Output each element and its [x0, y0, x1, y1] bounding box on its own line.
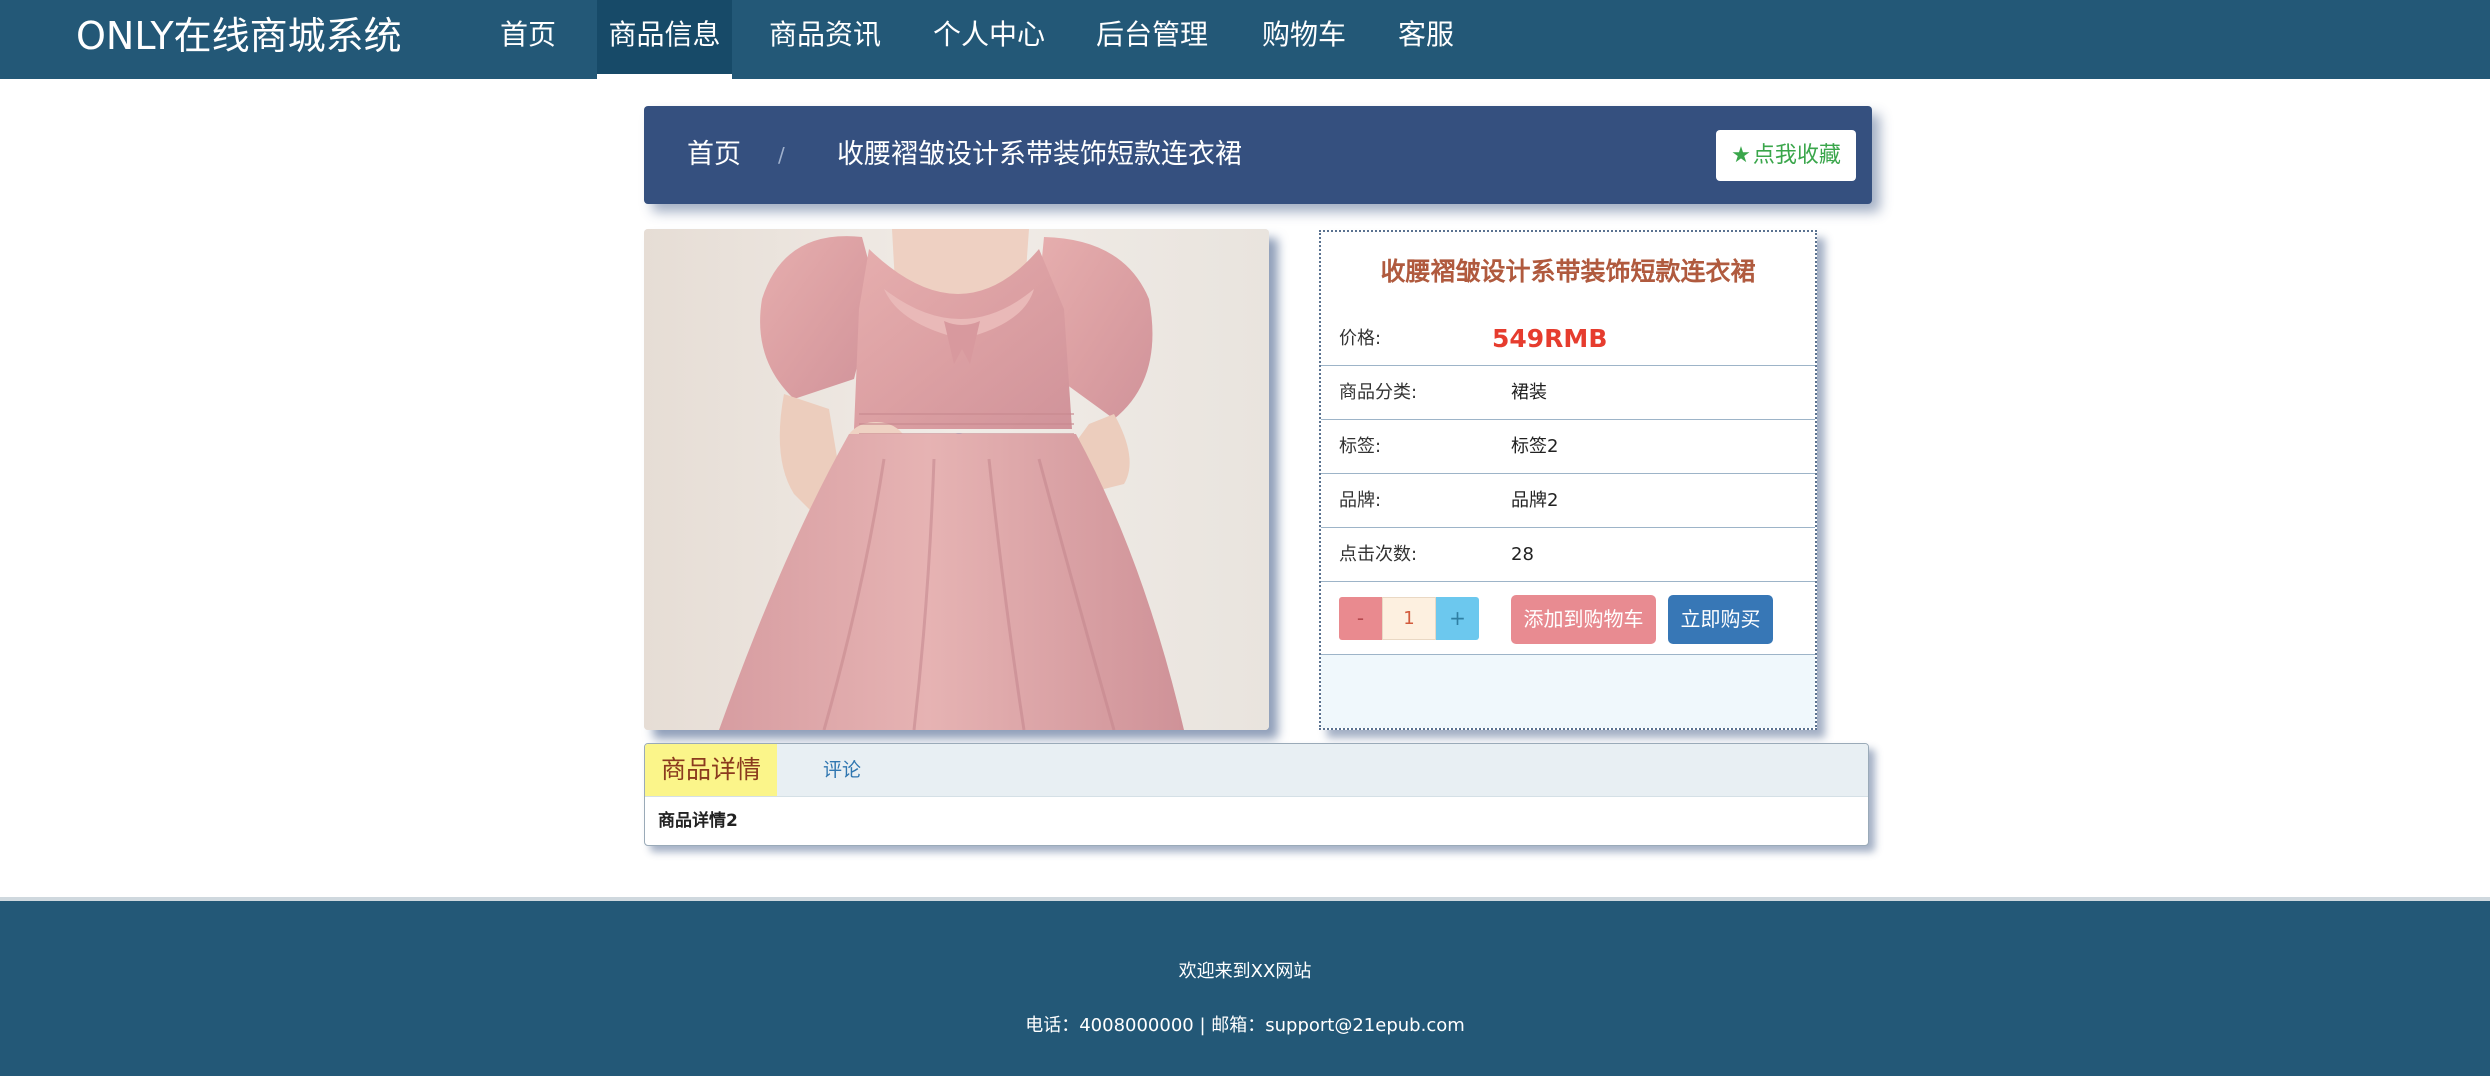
nav-item-cart[interactable]: 购物车	[1262, 0, 1346, 79]
tab-product-details[interactable]: 商品详情	[645, 744, 777, 796]
tab-strip: 商品详情 评论	[645, 744, 1868, 797]
category-row: 商品分类: 裙装	[1321, 366, 1815, 420]
nav-item-news[interactable]: 商品资讯	[769, 0, 881, 79]
nav-item-admin[interactable]: 后台管理	[1096, 0, 1208, 79]
quantity-increment-button[interactable]: +	[1436, 597, 1479, 640]
product-tabs: 商品详情 评论 商品详情2	[644, 743, 1869, 846]
breadcrumb-current: 收腰褶皱设计系带装饰短款连衣裙	[837, 139, 1242, 170]
footer-contact: 电话：4008000000 | 邮箱：support@21epub.com	[1025, 1015, 1465, 1036]
clicks-value: 28	[1511, 544, 1534, 565]
nav-item-products[interactable]: 商品信息	[597, 0, 732, 79]
price-value: 549RMB	[1492, 324, 1608, 353]
tab-comments[interactable]: 评论	[823, 744, 861, 796]
purchase-actions: - 1 + 添加到购物车 立即购买	[1321, 588, 1815, 655]
category-value: 裙装	[1511, 382, 1547, 403]
clicks-label: 点击次数:	[1339, 544, 1418, 565]
site-brand[interactable]: ONLY在线商城系统	[76, 10, 402, 62]
add-to-cart-button[interactable]: 添加到购物车	[1511, 595, 1656, 644]
tag-label: 标签:	[1339, 436, 1382, 457]
tab-content: 商品详情2	[658, 811, 738, 831]
tag-row: 标签: 标签2	[1321, 420, 1815, 474]
brand-label: 品牌:	[1339, 490, 1382, 511]
breadcrumb-separator: /	[778, 143, 785, 167]
nav-item-profile[interactable]: 个人中心	[933, 0, 1045, 79]
clicks-row: 点击次数: 28	[1321, 528, 1815, 582]
favorite-button-label: 点我收藏	[1752, 143, 1841, 168]
quantity-input[interactable]: 1	[1382, 597, 1436, 640]
price-label: 价格:	[1339, 328, 1382, 349]
category-label: 商品分类:	[1339, 382, 1418, 403]
product-info-panel: 收腰褶皱设计系带装饰短款连衣裙 价格: 549RMB 商品分类: 裙装 标签: …	[1319, 230, 1817, 730]
nav-item-service[interactable]: 客服	[1398, 0, 1454, 79]
brand-row: 品牌: 品牌2	[1321, 474, 1815, 528]
breadcrumb-home-link[interactable]: 首页	[687, 106, 741, 204]
brand-value: 品牌2	[1511, 490, 1559, 511]
star-icon: ★	[1731, 143, 1751, 168]
price-row: 价格: 549RMB	[1321, 312, 1815, 366]
tag-value: 标签2	[1511, 436, 1559, 457]
favorite-button[interactable]: ★点我收藏	[1716, 130, 1856, 181]
product-title: 收腰褶皱设计系带装饰短款连衣裙	[1380, 257, 1756, 286]
footer-welcome: 欢迎来到XX网站	[1178, 961, 1312, 982]
nav-item-home[interactable]: 首页	[500, 0, 556, 79]
breadcrumb: 首页 / 收腰褶皱设计系带装饰短款连衣裙 ★点我收藏	[644, 106, 1872, 204]
product-image	[644, 229, 1269, 730]
site-footer: 欢迎来到XX网站 电话：4008000000 | 邮箱：support@21ep…	[0, 897, 2490, 1076]
quantity-decrement-button[interactable]: -	[1339, 597, 1382, 640]
buy-now-button[interactable]: 立即购买	[1668, 595, 1773, 644]
top-navbar: ONLY在线商城系统 首页 商品信息 商品资讯 个人中心 后台管理 购物车 客服	[0, 0, 2490, 79]
info-panel-footer	[1321, 655, 1815, 728]
